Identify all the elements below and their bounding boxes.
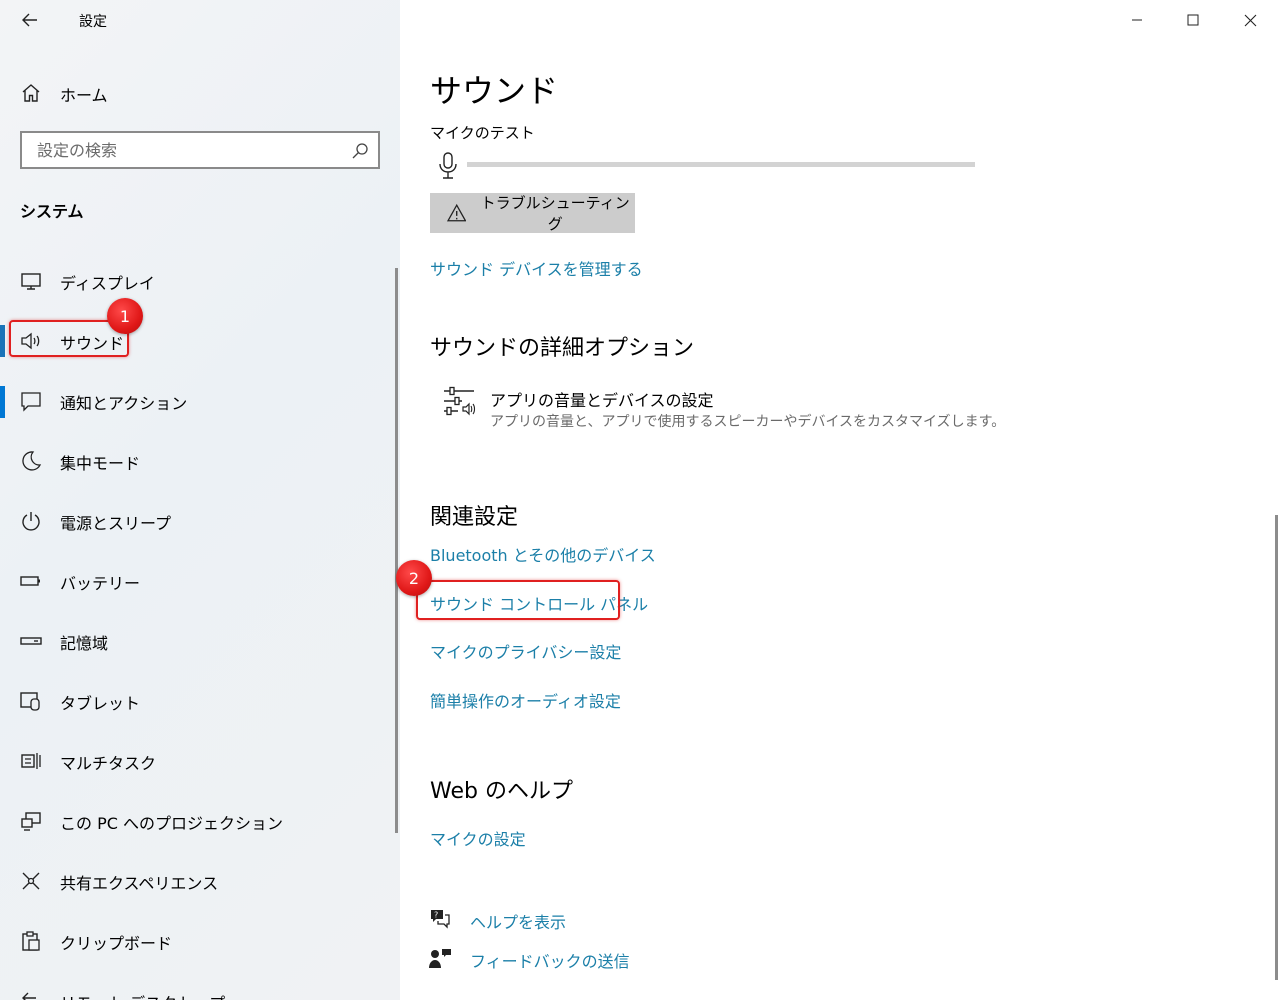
manage-sound-devices-link[interactable]: サウンド デバイスを管理する — [430, 256, 643, 280]
back-button[interactable] — [14, 6, 46, 34]
step-badge-2: 2 — [396, 560, 432, 596]
sidebar-nav: ディスプレイ サウンド 通知とアクション 集中モード 電源とスリープ バッテリー… — [0, 250, 400, 1000]
search-icon[interactable] — [351, 142, 369, 160]
get-help-row[interactable]: ? ヘルプを表示 — [428, 905, 728, 935]
sidebar-item-label: 集中モード — [60, 454, 141, 473]
sidebar-item-storage[interactable]: 記憶域 — [0, 610, 396, 670]
step-badge-1: 1 — [107, 298, 143, 334]
get-help-label: ヘルプを表示 — [470, 913, 567, 932]
sidebar-item-label: バッテリー — [60, 574, 141, 593]
minimize-icon — [1132, 19, 1142, 21]
search-input[interactable] — [22, 140, 332, 160]
sidebar-item-label: タブレット — [60, 694, 141, 713]
app-volume-title: アプリの音量とデバイスの設定 — [490, 391, 714, 410]
home-label: ホーム — [60, 86, 108, 105]
svg-text:?: ? — [434, 911, 438, 920]
send-feedback-label: フィードバックの送信 — [470, 952, 630, 971]
microphone-icon — [439, 152, 457, 179]
storage-icon — [20, 637, 42, 645]
accessibility-audio-link[interactable]: 簡単操作のオーディオ設定 — [430, 688, 621, 712]
mixer-sliders-icon — [444, 386, 476, 416]
feedback-icon — [429, 949, 451, 968]
share-icon — [22, 872, 40, 890]
sidebar-item-clipboard[interactable]: クリップボード — [0, 910, 396, 970]
sidebar-item-projecting[interactable]: この PC へのプロジェクション — [0, 790, 396, 850]
sidebar-item-label: 電源とスリープ — [60, 514, 172, 533]
home-icon — [22, 84, 40, 102]
remote-desktop-icon — [22, 992, 36, 1000]
sidebar-item-label: 共有エクスペリエンス — [60, 874, 219, 893]
web-help-heading: Web のヘルプ — [430, 779, 573, 804]
related-settings-heading: 関連設定 — [430, 505, 519, 530]
sidebar-item-remote-desktop[interactable]: リモート デスクトップ — [0, 970, 396, 1000]
sidebar-item-power-sleep[interactable]: 電源とスリープ — [0, 490, 396, 550]
main-content: サウンド マイクのテスト トラブルシューティング サウンド デバイスを管理する … — [396, 0, 1280, 1000]
advanced-options-heading: サウンドの詳細オプション — [430, 336, 695, 361]
mic-setup-link[interactable]: マイクの設定 — [430, 826, 526, 850]
sidebar-item-label: リモート デスクトップ — [60, 990, 225, 1000]
moon-icon — [22, 451, 42, 471]
mic-test-label: マイクのテスト — [430, 124, 535, 142]
search-box — [20, 131, 380, 169]
sidebar-scrollbar[interactable] — [395, 268, 398, 833]
sidebar-item-label: ディスプレイ — [60, 274, 155, 293]
bluetooth-devices-link[interactable]: Bluetooth とその他のデバイス — [430, 542, 656, 566]
highlight-box-sound-control-panel — [416, 580, 620, 620]
multitask-icon — [21, 753, 41, 769]
minimize-button[interactable] — [1114, 0, 1160, 40]
help-chat-icon: ? — [431, 910, 450, 929]
send-feedback-row[interactable]: フィードバックの送信 — [428, 944, 728, 974]
troubleshoot-label: トラブルシューティング — [480, 194, 630, 233]
warning-icon — [447, 203, 467, 222]
sidebar: 設定 ホーム システム ディスプレイ サウンド — [0, 0, 400, 1000]
back-arrow-icon — [22, 13, 37, 27]
maximize-icon — [1187, 14, 1199, 26]
mic-privacy-settings-link[interactable]: マイクのプライバシー設定 — [430, 639, 621, 663]
sidebar-item-label: 記憶域 — [60, 634, 109, 653]
sidebar-item-label: クリップボード — [60, 934, 173, 953]
sidebar-section-title: システム — [20, 202, 84, 221]
sidebar-item-focus-assist[interactable]: 集中モード — [0, 430, 396, 490]
sidebar-item-multitasking[interactable]: マルチタスク — [0, 730, 396, 790]
close-button[interactable] — [1227, 0, 1273, 40]
sidebar-item-shared-experiences[interactable]: 共有エクスペリエンス — [0, 850, 396, 910]
projection-icon — [21, 812, 41, 831]
monitor-icon — [21, 273, 41, 290]
clipboard-icon — [22, 931, 40, 951]
page-title: サウンド — [430, 72, 559, 110]
home-nav-item[interactable]: ホーム — [0, 72, 400, 112]
sidebar-item-battery[interactable]: バッテリー — [0, 550, 396, 610]
close-icon — [1244, 14, 1256, 26]
tablet-icon — [20, 692, 40, 711]
sidebar-item-label: マルチタスク — [60, 754, 157, 773]
power-icon — [22, 512, 40, 531]
notification-icon — [21, 392, 41, 412]
active-indicator — [0, 325, 5, 357]
main-scrollbar[interactable] — [1275, 515, 1278, 980]
maximize-button[interactable] — [1170, 0, 1216, 40]
troubleshoot-button[interactable]: トラブルシューティング — [430, 193, 635, 233]
sidebar-item-label: この PC へのプロジェクション — [60, 814, 283, 833]
app-title: 設定 — [79, 14, 107, 30]
battery-icon — [20, 576, 40, 586]
title-bar-left: 設定 — [0, 0, 400, 40]
app-volume-settings[interactable]: アプリの音量とデバイスの設定 アプリの音量と、アプリで使用するスピーカーやデバイ… — [442, 385, 1006, 435]
sidebar-item-label: 通知とアクション — [60, 394, 188, 413]
app-volume-description: アプリの音量と、アプリで使用するスピーカーやデバイスをカスタマイズします。 — [490, 414, 1006, 430]
sidebar-item-display[interactable]: ディスプレイ — [0, 250, 396, 310]
mic-level-meter — [467, 162, 975, 167]
sidebar-item-tablet[interactable]: タブレット — [0, 670, 396, 730]
sidebar-item-notifications[interactable]: 通知とアクション — [0, 370, 396, 430]
